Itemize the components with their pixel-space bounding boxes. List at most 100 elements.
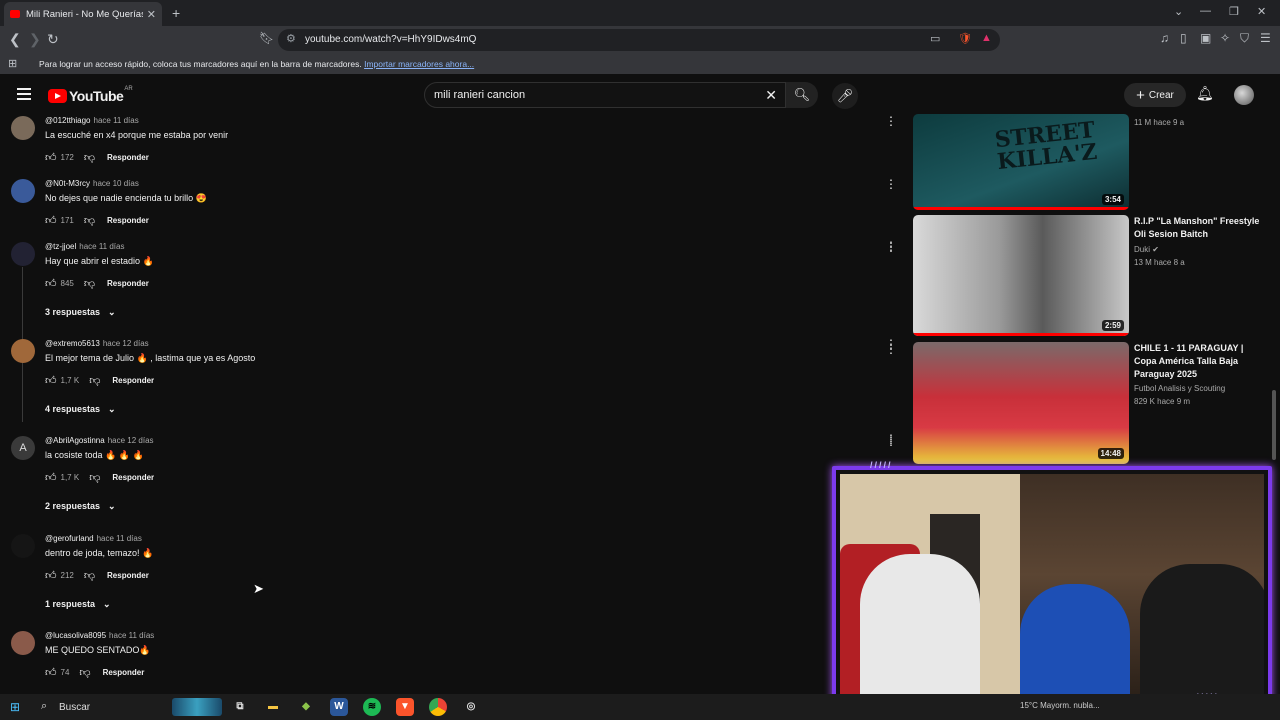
reload-icon[interactable]: ↻ — [47, 31, 59, 48]
comment-avatar[interactable] — [11, 631, 35, 655]
search-input[interactable]: mili ranieri cancion ✕ — [424, 82, 786, 108]
hamburger-menu-icon[interactable] — [17, 88, 31, 100]
video-title[interactable]: R.I.P "La Manshon" Freestyle Oli Sesion … — [1134, 215, 1262, 241]
brave-shield-icon[interactable]: 🛡︎ — [958, 32, 972, 45]
reply-button[interactable]: Responder — [112, 473, 154, 482]
brave-rewards-icon[interactable]: ▲ — [981, 32, 992, 44]
like-icon[interactable]: 👍︎ — [45, 151, 57, 164]
task-view-icon[interactable]: ⧉ — [231, 698, 249, 716]
comment-handle[interactable]: @lucasoliva8095 — [45, 631, 106, 640]
restore-button[interactable]: ❐ — [1229, 5, 1239, 18]
comment-more-icon[interactable]: ⋮ — [885, 114, 897, 128]
back-icon[interactable]: ❮ — [9, 31, 21, 48]
reply-button[interactable]: Responder — [107, 279, 149, 288]
comment-author[interactable]: @tz-jjoel hace 11 días — [45, 242, 124, 251]
clear-search-icon[interactable]: ✕ — [765, 87, 777, 104]
comment-time[interactable]: hace 10 días — [93, 179, 139, 188]
like-icon[interactable]: 👍︎ — [45, 277, 57, 290]
taskbar-search[interactable]: ⌕ Buscar — [32, 697, 222, 717]
dislike-icon[interactable]: 👎︎ — [89, 471, 100, 484]
comment-time[interactable]: hace 12 días — [103, 339, 149, 348]
channel-name[interactable]: Duki — [1134, 245, 1150, 254]
comment-more-icon[interactable]: ⋮ — [885, 177, 897, 191]
comment-author[interactable]: @N0t-M3rcy hace 10 días — [45, 179, 139, 188]
comment-author[interactable]: @gerofurland hace 11 días — [45, 534, 142, 543]
video-channel[interactable]: Duki ✔ — [1134, 245, 1159, 254]
video-more-icon[interactable]: ⋮ — [885, 239, 897, 253]
comment-avatar[interactable] — [11, 179, 35, 203]
browser-tab-active[interactable]: Mili Ranieri - No Me Querías A M ✕ — [4, 2, 162, 26]
like-icon[interactable]: 👍︎ — [45, 666, 57, 679]
create-button[interactable]: + Crear — [1124, 83, 1186, 107]
comment-handle[interactable]: @extremo5613 — [45, 339, 100, 348]
dislike-icon[interactable]: 👎︎ — [84, 277, 95, 290]
voice-search-icon[interactable]: 🎤︎ — [832, 83, 858, 109]
reply-button[interactable]: Responder — [107, 216, 149, 225]
video-title[interactable]: CHILE 1 - 11 PARAGUAY | Copa América Tal… — [1134, 342, 1262, 381]
comment-author[interactable]: @extremo5613 hace 12 días — [45, 339, 149, 348]
sidebar-icon[interactable]: ▯ — [1180, 31, 1187, 45]
dislike-icon[interactable]: 👎︎ — [89, 374, 100, 387]
like-icon[interactable]: 👍︎ — [45, 569, 57, 582]
comment-time[interactable]: hace 11 días — [109, 631, 154, 640]
video-thumbnail[interactable]: STREET KILLA'Z 3:54 — [913, 114, 1129, 210]
comment-time[interactable]: hace 11 días — [97, 534, 142, 543]
replies-toggle[interactable]: 2 respuestas ⌄ — [45, 501, 116, 512]
comment-avatar[interactable] — [11, 339, 35, 363]
wallet-icon[interactable]: ▣ — [1200, 31, 1211, 45]
dislike-icon[interactable]: 👎︎ — [84, 569, 95, 582]
address-bar[interactable]: ⚙ youtube.com/watch?v=HhY9IDws4mQ ▭ 🛡︎ ▲ — [278, 29, 1000, 51]
reply-button[interactable]: Responder — [107, 153, 149, 162]
import-bookmarks-link[interactable]: Importar marcadores ahora... — [364, 59, 474, 69]
weather-widget[interactable]: 15°C Mayorm. nubla... — [1020, 701, 1100, 710]
cast-icon[interactable]: ▭ — [930, 32, 940, 45]
chrome-icon[interactable] — [429, 698, 447, 716]
comment-handle[interactable]: @012tthiago — [45, 116, 91, 125]
comment-handle[interactable]: @AbrilAgostinna — [45, 436, 105, 445]
vpn-icon[interactable]: ⛉ — [1240, 31, 1249, 46]
apps-grid-icon[interactable]: ⊞ — [8, 57, 17, 70]
video-more-icon[interactable]: ⋮ — [885, 432, 897, 446]
reply-button[interactable]: Responder — [103, 668, 145, 677]
comment-avatar[interactable] — [11, 116, 35, 140]
comment-avatar[interactable]: A — [11, 436, 35, 460]
like-icon[interactable]: 👍︎ — [45, 471, 57, 484]
site-info-icon[interactable]: ⚙ — [286, 32, 296, 45]
comment-time[interactable]: hace 12 días — [108, 436, 154, 445]
comment-author[interactable]: @012tthiago hace 11 días — [45, 116, 139, 125]
comment-handle[interactable]: @N0t-M3rcy — [45, 179, 90, 188]
dislike-icon[interactable]: 👎︎ — [84, 214, 95, 227]
comment-handle[interactable]: @gerofurland — [45, 534, 94, 543]
dislike-icon[interactable]: 👎︎ — [79, 666, 90, 679]
comment-handle[interactable]: @tz-jjoel — [45, 242, 76, 251]
file-explorer-icon[interactable]: ▬ — [264, 698, 282, 716]
minimize-button[interactable]: — — [1200, 5, 1211, 17]
comment-avatar[interactable] — [11, 534, 35, 558]
recommended-video[interactable]: 14:48 CHILE 1 - 11 PARAGUAY | Copa Améri… — [885, 342, 1273, 464]
replies-toggle[interactable]: 1 respuesta ⌄ — [45, 599, 111, 610]
notifications-bell-icon[interactable]: 🔔︎ — [1196, 85, 1214, 102]
like-icon[interactable]: 👍︎ — [45, 214, 57, 227]
video-more-icon[interactable]: ⋮ — [885, 342, 897, 356]
account-avatar[interactable] — [1234, 85, 1254, 105]
leo-ai-icon[interactable]: ✧ — [1220, 31, 1230, 45]
video-thumbnail[interactable]: 14:48 — [913, 342, 1129, 464]
comment-time[interactable]: hace 11 días — [94, 116, 139, 125]
youtube-logo[interactable]: YouTube AR — [48, 86, 133, 104]
recommended-video[interactable]: STREET KILLA'Z 3:54 11 M hace 9 a — [913, 114, 1273, 210]
new-tab-button[interactable]: + — [172, 5, 180, 21]
comment-author[interactable]: @AbrilAgostinna hace 12 días — [45, 436, 154, 445]
replies-toggle[interactable]: 3 respuestas ⌄ — [45, 307, 116, 318]
bookmark-icon[interactable]: 🔖︎ — [259, 31, 274, 45]
spotify-icon[interactable]: ≋ — [363, 698, 381, 716]
windows-start-icon[interactable]: ⊞ — [10, 700, 20, 714]
tab-search-icon[interactable]: ⌄ — [1174, 5, 1183, 18]
word-icon[interactable]: W — [330, 698, 348, 716]
media-icon[interactable]: ♫ — [1160, 31, 1169, 45]
menu-icon[interactable]: ☰ — [1260, 31, 1271, 45]
close-tab-icon[interactable]: ✕ — [147, 8, 156, 21]
reply-button[interactable]: Responder — [107, 571, 149, 580]
fl-studio-icon[interactable]: ◆ — [297, 698, 315, 716]
dislike-icon[interactable]: 👎︎ — [84, 151, 95, 164]
steam-icon[interactable]: ◎ — [462, 698, 480, 716]
